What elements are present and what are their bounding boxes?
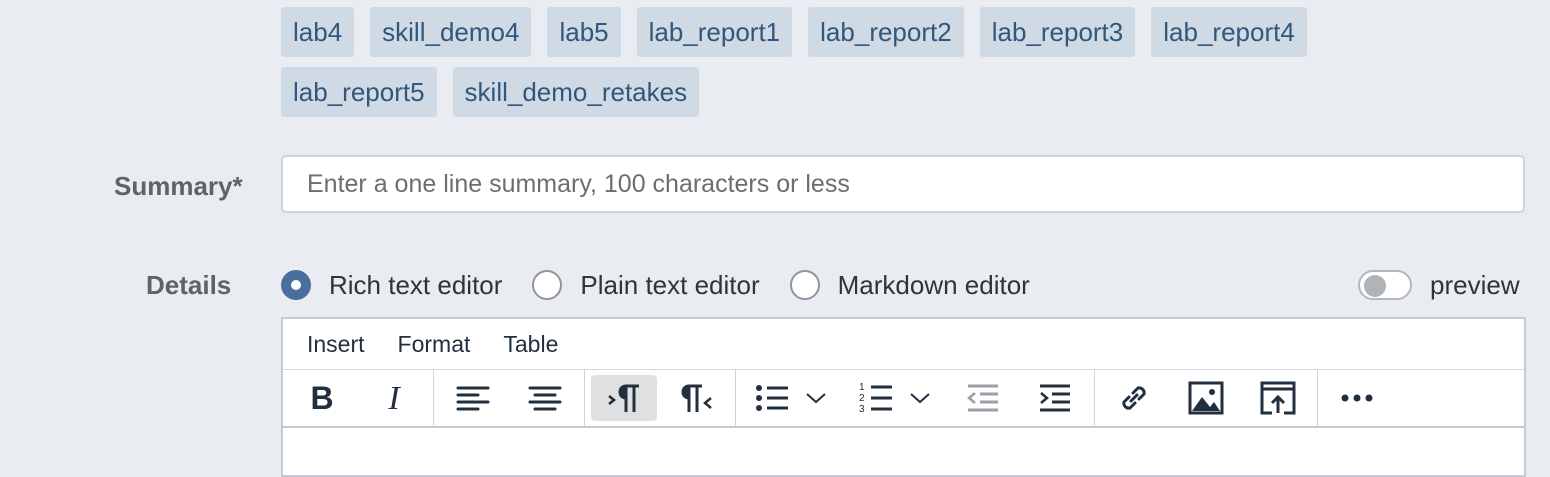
embed-icon (1260, 381, 1296, 415)
rtl-icon (681, 384, 712, 412)
outdent-icon (967, 384, 998, 412)
toolbar-group-insert (1095, 370, 1318, 426)
chevron-down-icon (910, 393, 930, 404)
align-center-button[interactable] (512, 375, 578, 421)
more-icon (1341, 394, 1373, 402)
rich-text-editor-option[interactable]: Rich text editor (281, 270, 502, 301)
rich-text-radio[interactable] (281, 270, 311, 300)
align-left-button[interactable] (440, 375, 506, 421)
tag-skill-demo-retakes[interactable]: skill_demo_retakes (452, 67, 700, 117)
toolbar-group-lists: 123 (736, 370, 1095, 426)
markdown-label: Markdown editor (837, 269, 1030, 300)
tag-lab-report3[interactable]: lab_report3 (979, 7, 1136, 57)
plain-text-editor-option[interactable]: Plain text editor (532, 269, 760, 301)
align-left-icon (456, 386, 490, 411)
svg-text:1: 1 (859, 382, 865, 393)
numbered-list-button[interactable]: 123 (846, 375, 906, 421)
toolbar-group-direction (585, 370, 736, 426)
tag-lab5[interactable]: lab5 (547, 7, 621, 57)
toolbar-group-more (1318, 370, 1396, 426)
ltr-button[interactable] (591, 375, 657, 421)
bold-button[interactable]: B (289, 375, 355, 421)
summary-label: Summary* (114, 171, 243, 201)
menu-table[interactable]: Table (503, 331, 558, 358)
markdown-editor-option[interactable]: Markdown editor (789, 269, 1030, 301)
rich-text-label: Rich text editor (329, 269, 503, 300)
image-button[interactable] (1173, 375, 1239, 421)
tag-lab-report4[interactable]: lab_report4 (1151, 7, 1307, 57)
toolbar-group-align (434, 370, 585, 426)
more-button[interactable] (1324, 375, 1390, 421)
chevron-down-icon (806, 393, 826, 404)
menu-format[interactable]: Format (398, 331, 471, 358)
toolbar-group-format: B I (283, 370, 434, 426)
outdent-button[interactable] (950, 375, 1016, 421)
tag-skill-demo4[interactable]: skill_demo4 (370, 7, 532, 57)
indent-icon (1040, 384, 1070, 412)
editor-type-selector: Rich text editor Plain text editor Markd… (281, 266, 1060, 304)
bullet-list-dropdown[interactable] (802, 375, 830, 421)
menu-insert[interactable]: Insert (307, 331, 365, 358)
svg-text:I: I (387, 383, 401, 413)
markdown-radio[interactable] (789, 270, 820, 300)
rtl-button[interactable] (663, 375, 729, 421)
indent-button[interactable] (1022, 375, 1088, 421)
tag-lab-report5[interactable]: lab_report5 (281, 67, 437, 117)
svg-text:3: 3 (859, 404, 865, 415)
tag-lab-report2[interactable]: lab_report2 (808, 7, 964, 57)
plain-text-radio[interactable] (532, 270, 563, 300)
preview-toggle[interactable] (1358, 270, 1412, 300)
italic-button[interactable]: I (361, 375, 427, 421)
italic-icon: I (387, 383, 401, 413)
tag-lab4[interactable]: lab4 (281, 7, 355, 57)
tag-list: lab4 skill_demo4 lab5 lab_report1 lab_re… (281, 7, 1421, 117)
editor-menubar: Insert Format Table (283, 319, 1524, 370)
bullet-list-button[interactable] (742, 375, 802, 421)
svg-text:B: B (310, 383, 333, 413)
details-label: Details (146, 270, 232, 300)
plain-text-label: Plain text editor (580, 269, 760, 300)
link-icon (1122, 386, 1146, 410)
editor-toolbar: B I 1 2 3 (283, 370, 1524, 428)
ltr-icon (608, 384, 639, 412)
image-icon (1188, 381, 1224, 415)
tag-lab-report1[interactable]: lab_report1 (636, 7, 793, 57)
align-center-icon (528, 386, 562, 411)
numbered-list-icon: 123 (859, 382, 892, 415)
bullet-list-icon (756, 385, 788, 411)
embed-button[interactable] (1245, 375, 1311, 421)
rich-text-editor: Insert Format Table B I 1 2 3 (281, 317, 1526, 477)
preview-label: preview (1430, 269, 1520, 300)
link-button[interactable] (1101, 375, 1167, 421)
numbered-list-dropdown[interactable] (906, 375, 934, 421)
bold-icon: B (310, 383, 333, 413)
preview-control: preview (1358, 266, 1520, 304)
summary-input[interactable] (281, 155, 1525, 213)
svg-text:2: 2 (859, 393, 865, 404)
